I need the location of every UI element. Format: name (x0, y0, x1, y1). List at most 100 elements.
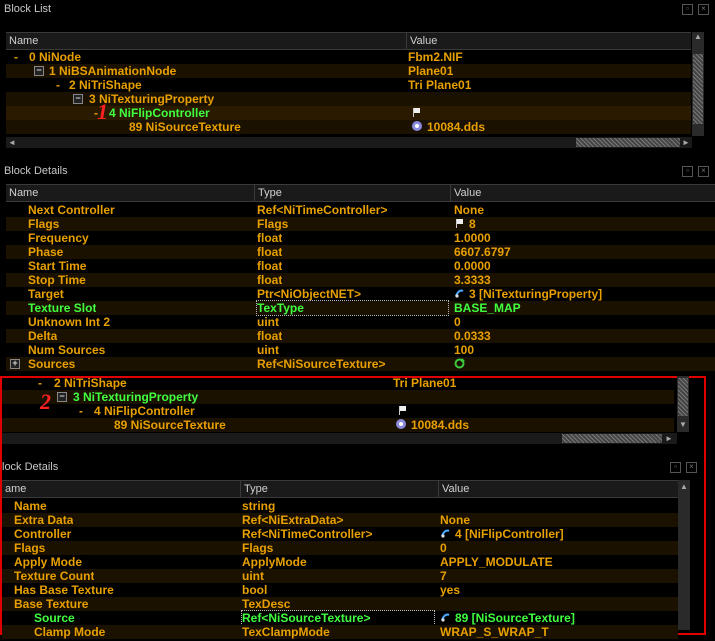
field-name: Next Controller (28, 203, 115, 217)
close-icon[interactable]: × (686, 462, 697, 473)
refresh-icon[interactable] (454, 357, 465, 371)
float-icon[interactable]: ▫ (682, 4, 693, 15)
flag-icon[interactable] (454, 218, 465, 231)
scroll-up-icon[interactable]: ▲ (694, 32, 702, 41)
scroll-thumb[interactable] (562, 434, 662, 443)
detail-row[interactable]: Extra Data Ref<NiExtraData> None (2, 513, 678, 527)
detail-row[interactable]: Flags Flags 8 (6, 217, 715, 231)
field-value-wrap[interactable]: BASE_MAP (454, 301, 521, 315)
detail-row[interactable]: Delta float 0.0333 (6, 329, 715, 343)
header-type[interactable]: Type (240, 481, 438, 497)
scroll-thumb[interactable] (678, 378, 688, 416)
detail-row[interactable]: Has Base Texture bool yes (2, 583, 678, 597)
detail-row[interactable]: Texture Count uint 7 (2, 569, 678, 583)
field-value-wrap[interactable]: None (454, 203, 484, 217)
detail-row[interactable]: Num Sources uint 100 (6, 343, 715, 357)
detail-row[interactable]: Name string (2, 499, 678, 513)
detail-row[interactable]: Next Controller Ref<NiTimeController> None (6, 203, 715, 217)
tree-row-selected[interactable]: - 4 NiFlipController (6, 106, 691, 120)
tree-row[interactable]: − 3 NiTexturingProperty (6, 92, 691, 106)
collapse-icon[interactable]: − (73, 94, 83, 104)
field-value-wrap[interactable]: None (440, 513, 470, 527)
collapse-icon[interactable]: − (57, 392, 67, 402)
detail-row[interactable]: Base Texture TexDesc (2, 597, 678, 611)
field-value-wrap[interactable]: APPLY_MODULATE (440, 555, 553, 569)
field-value-wrap[interactable]: 7 (440, 569, 447, 583)
field-value-wrap[interactable]: 4 [NiFlipController] (440, 527, 564, 541)
vertical-scrollbar[interactable]: ▲ (692, 32, 704, 136)
field-type: Ref<NiSourceTexture> (257, 357, 386, 371)
header-value[interactable]: Value (450, 185, 715, 201)
field-value-wrap[interactable]: 0.0000 (454, 259, 491, 273)
scroll-right-icon[interactable]: ► (665, 434, 673, 443)
field-type: uint (257, 315, 279, 329)
field-type: Flags (242, 541, 274, 555)
scroll-left-icon[interactable]: ◄ (8, 138, 16, 147)
header-type[interactable]: Type (254, 185, 450, 201)
detail-row[interactable]: Frequency float 1.0000 (6, 231, 715, 245)
tree-row[interactable]: 89 NiSourceTexture 10084.dds (6, 120, 691, 134)
field-value-wrap[interactable]: 8 (454, 217, 476, 231)
field-value-wrap[interactable]: 3 [NiTexturingProperty] (454, 287, 602, 301)
detail-row[interactable]: + Sources Ref<NiSourceTexture> (6, 357, 715, 371)
detail-row[interactable]: Clamp Mode TexClampMode WRAP_S_WRAP_T (2, 625, 678, 639)
scroll-up-icon[interactable]: ▲ (680, 482, 688, 491)
tree-toggle[interactable]: - (38, 376, 42, 390)
header-value[interactable]: Value (438, 481, 678, 497)
field-value-wrap[interactable]: 0 (440, 541, 447, 555)
field-value-wrap[interactable]: 3.3333 (454, 273, 491, 287)
field-value-wrap[interactable]: 6607.6797 (454, 245, 511, 259)
header-name[interactable]: Name (6, 33, 406, 49)
horizontal-scrollbar[interactable]: ◄ ► (6, 137, 692, 148)
field-value-wrap[interactable]: 0.0333 (454, 329, 491, 343)
detail-row[interactable]: Target Ptr<NiObjectNET> 3 [NiTexturingProp… (6, 287, 715, 301)
detail-row[interactable]: Start Time float 0.0000 (6, 259, 715, 273)
detail-row[interactable]: Phase float 6607.6797 (6, 245, 715, 259)
tree-row[interactable]: 89 NiSourceTexture 10084.dds (2, 418, 674, 432)
detail-row[interactable]: Flags Flags 0 (2, 541, 678, 555)
vertical-scrollbar[interactable]: ▼ (677, 376, 689, 432)
link-icon[interactable] (454, 288, 465, 301)
link-icon[interactable] (440, 612, 451, 625)
tree-row[interactable]: - 4 NiFlipController (2, 404, 674, 418)
vertical-scrollbar[interactable]: ▲ (678, 480, 690, 630)
collapse-icon[interactable]: − (34, 66, 44, 76)
scroll-thumb[interactable] (576, 138, 680, 147)
header-name[interactable]: ame (2, 481, 240, 497)
close-icon[interactable]: × (698, 4, 709, 15)
scroll-down-icon[interactable]: ▼ (679, 420, 687, 429)
detail-row[interactable]: Stop Time float 3.3333 (6, 273, 715, 287)
tree-toggle[interactable]: - (14, 50, 18, 64)
tree-toggle[interactable]: - (79, 404, 83, 418)
tree-row[interactable]: − 3 NiTexturingProperty (2, 390, 674, 404)
expand-icon[interactable]: + (10, 359, 20, 369)
field-value: yes (440, 583, 461, 597)
tree-toggle[interactable]: - (56, 78, 60, 92)
horizontal-scrollbar[interactable]: ► (2, 433, 677, 444)
detail-row[interactable]: Apply Mode ApplyMode APPLY_MODULATE (2, 555, 678, 569)
scroll-thumb[interactable] (693, 54, 703, 124)
tree-row[interactable]: − 1 NiBSAnimationNode Plane01 (6, 64, 691, 78)
field-value-wrap[interactable]: WRAP_S_WRAP_T (440, 625, 549, 639)
detail-row[interactable]: Controller Ref<NiTimeController> 4 [NiFlip… (2, 527, 678, 541)
scroll-right-icon[interactable]: ► (682, 138, 690, 147)
field-value-wrap[interactable]: 89 [NiSourceTexture] (440, 611, 575, 625)
field-value-wrap[interactable] (454, 357, 469, 371)
tree-row[interactable]: - 2 NiTriShape Tri Plane01 (2, 376, 674, 390)
float-icon[interactable]: ▫ (670, 462, 681, 473)
detail-row[interactable]: Source Ref<NiSourceTexture> 89 [NiSourceTe… (2, 610, 678, 626)
header-name[interactable]: Name (6, 185, 254, 201)
header-value[interactable]: Value (406, 33, 691, 49)
tree-row[interactable]: - 0 NiNode Fbm2.NIF (6, 50, 691, 64)
field-value-wrap[interactable]: 100 (454, 343, 474, 357)
detail-row[interactable]: Unknown Int 2 uint 0 (6, 315, 715, 329)
close-icon[interactable]: × (698, 166, 709, 177)
link-icon[interactable] (440, 528, 451, 541)
detail-row[interactable]: Texture Slot TexType BASE_MAP (6, 300, 715, 316)
field-value-wrap[interactable]: 1.0000 (454, 231, 491, 245)
field-value-wrap[interactable]: yes (440, 583, 460, 597)
float-icon[interactable]: ▫ (682, 166, 693, 177)
tree-row[interactable]: - 2 NiTriShape Tri Plane01 (6, 78, 691, 92)
field-value-wrap[interactable]: 0 (454, 315, 461, 329)
field-type: Flags (257, 217, 289, 231)
